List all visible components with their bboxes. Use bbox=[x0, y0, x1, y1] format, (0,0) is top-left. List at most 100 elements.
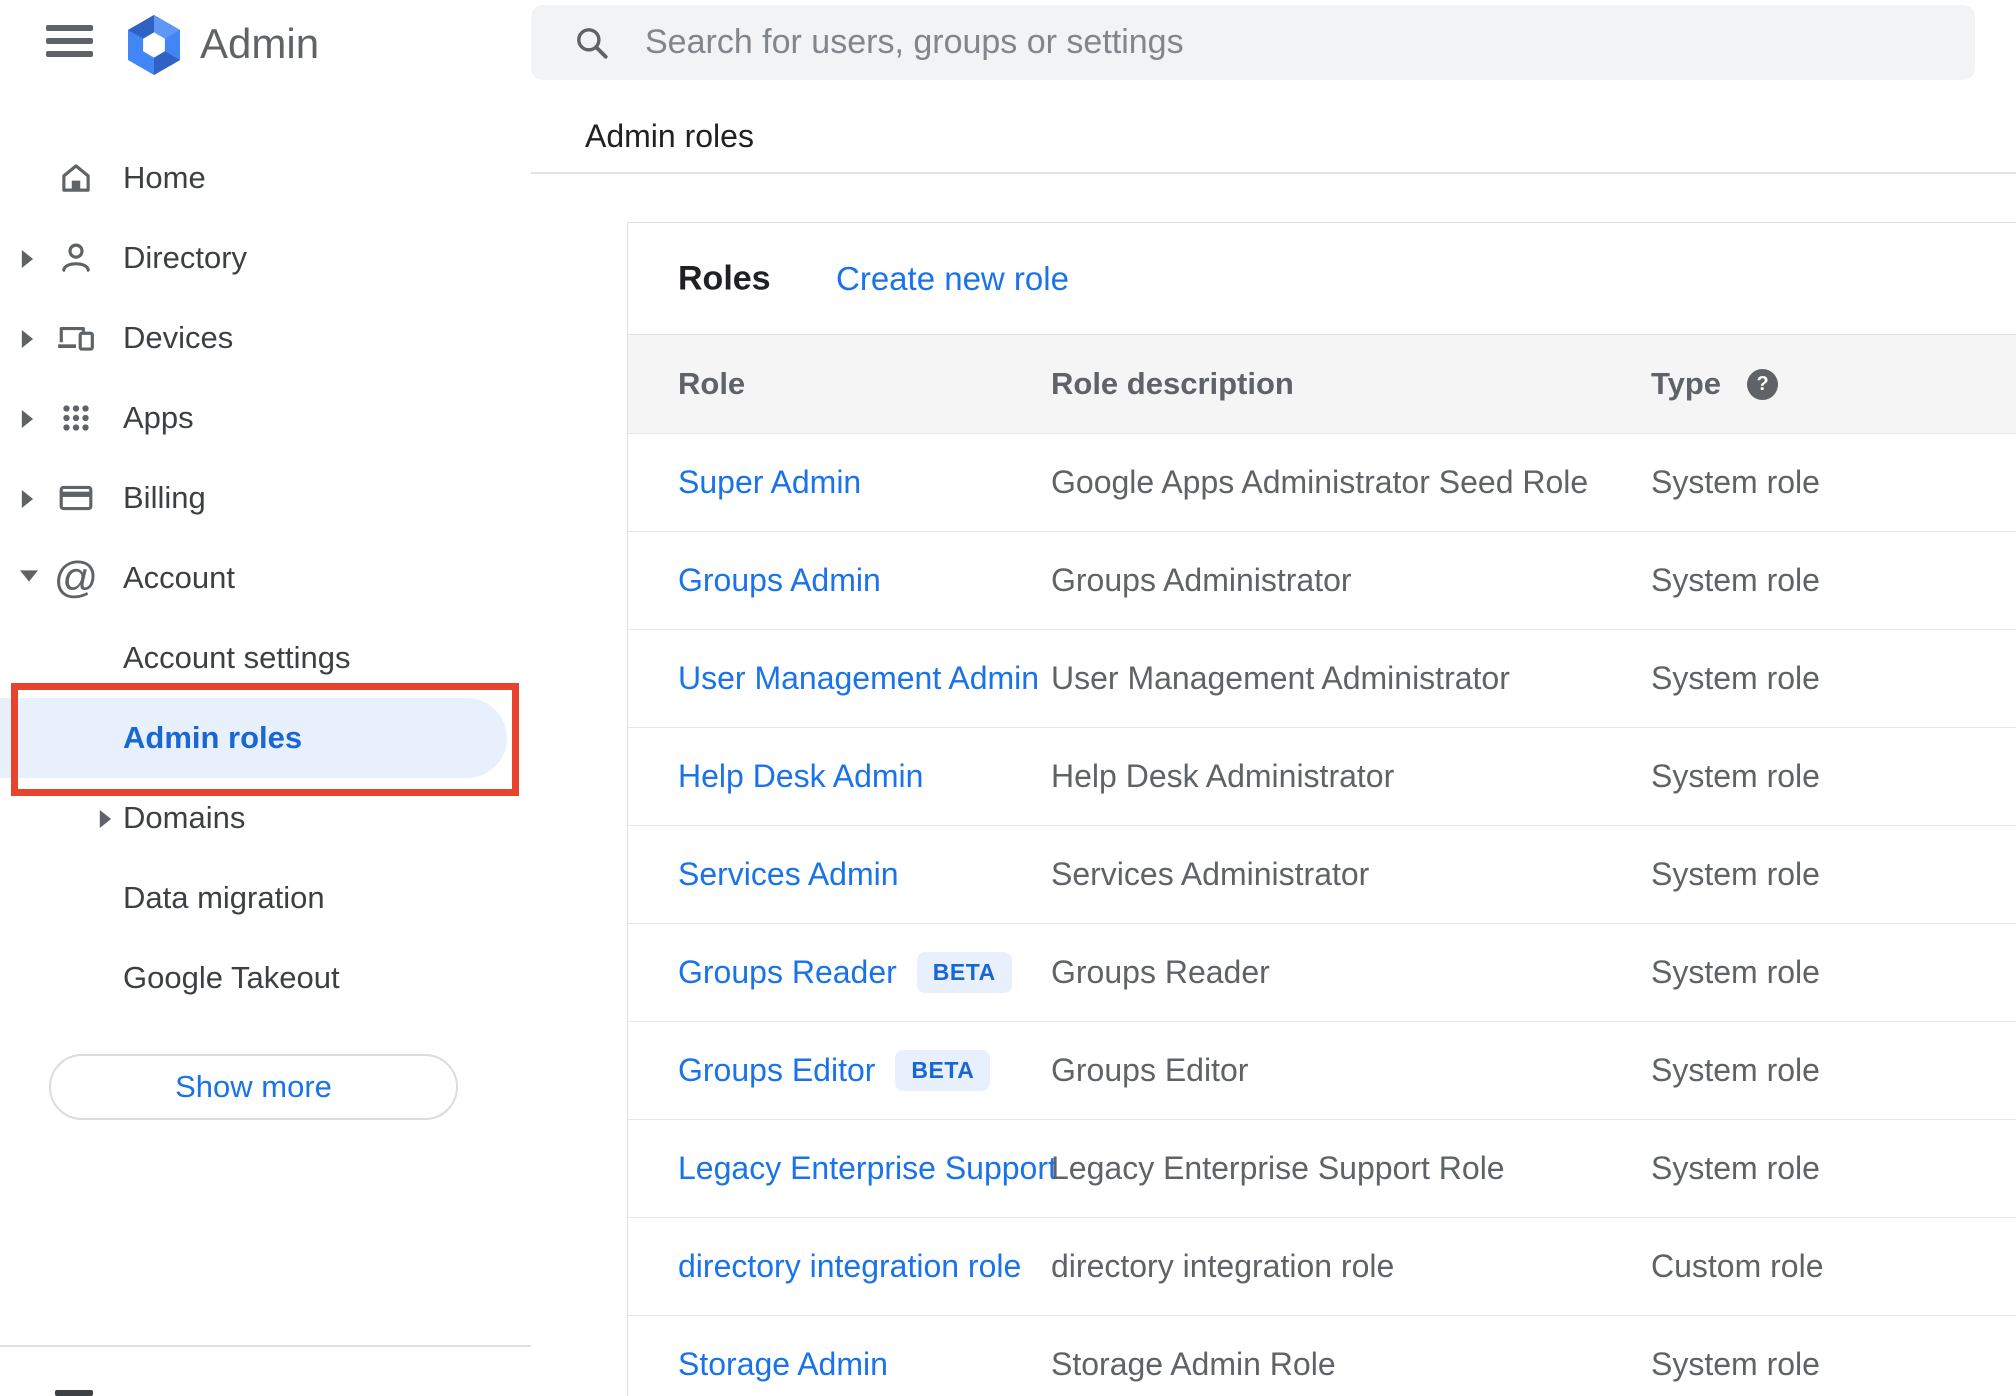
role-link[interactable]: Groups Admin bbox=[678, 562, 881, 599]
role-link[interactable]: Legacy Enterprise Support bbox=[678, 1150, 1057, 1187]
show-more-label: Show more bbox=[175, 1069, 332, 1104]
sidebar-item-devices[interactable]: Devices bbox=[0, 298, 531, 378]
roles-card-header: Roles Create new role bbox=[628, 223, 2016, 334]
role-type: System role bbox=[1651, 1346, 1820, 1382]
sidebar-item-label: Billing bbox=[123, 480, 206, 515]
sidebar: Admin Home Directory Devices Apps Billing @ Ac… bbox=[0, 0, 531, 1396]
hamburger-menu-icon[interactable] bbox=[46, 25, 93, 57]
sidebar-nav: Home Directory Devices Apps Billing @ Account A… bbox=[0, 138, 531, 1018]
sidebar-item-label: Domains bbox=[123, 800, 246, 835]
card-icon bbox=[56, 478, 96, 518]
beta-badge: BETA bbox=[895, 1050, 991, 1091]
role-cell: Legacy Enterprise Support bbox=[678, 1120, 1057, 1217]
beta-badge: BETA bbox=[916, 952, 1012, 993]
table-row: Help Desk Admin Help Desk Administrator Sy… bbox=[628, 728, 2016, 826]
caret-right-icon[interactable] bbox=[20, 410, 36, 428]
role-cell: User Management Admin bbox=[678, 630, 1039, 727]
sidebar-item-label: Google Takeout bbox=[123, 960, 340, 995]
sidebar-item-label: Home bbox=[123, 160, 206, 195]
sidebar-item-label: Apps bbox=[123, 400, 194, 435]
role-description: directory integration role bbox=[1051, 1248, 1395, 1284]
table-row: Legacy Enterprise Support Legacy Enterpri… bbox=[628, 1120, 2016, 1218]
role-description: Google Apps Administrator Seed Role bbox=[1051, 464, 1589, 500]
at-icon: @ bbox=[53, 553, 99, 602]
caret-down-icon[interactable] bbox=[20, 570, 38, 586]
person-icon bbox=[56, 238, 96, 278]
table-row: Groups Reader BETA Groups Reader System rol… bbox=[628, 924, 2016, 1022]
role-cell: Services Admin bbox=[678, 826, 899, 923]
sidebar-item-domains[interactable]: Domains bbox=[0, 778, 531, 858]
roles-card: Roles Create new role Role Role descript… bbox=[627, 222, 2016, 1396]
column-header-description: Role description bbox=[1051, 366, 1294, 401]
sidebar-item-data-migration[interactable]: Data migration bbox=[0, 858, 531, 938]
column-header-type: Type ? bbox=[1651, 335, 1779, 433]
sidebar-item-admin-roles[interactable]: Admin roles bbox=[0, 698, 531, 778]
sidebar-item-label: Devices bbox=[123, 320, 234, 355]
devices-icon bbox=[56, 318, 96, 358]
home-icon bbox=[56, 158, 96, 198]
role-cell: Storage Admin bbox=[678, 1316, 888, 1396]
role-description: User Management Administrator bbox=[1051, 660, 1510, 696]
sidebar-item-directory[interactable]: Directory bbox=[0, 218, 531, 298]
table-body: Super Admin Google Apps Administrator See… bbox=[628, 434, 2016, 1396]
role-type: System role bbox=[1651, 1052, 1820, 1088]
sidebar-item-account[interactable]: @ Account bbox=[0, 538, 531, 618]
show-more-button[interactable]: Show more bbox=[49, 1054, 458, 1120]
header-divider bbox=[531, 172, 2016, 174]
role-link[interactable]: Groups Editor bbox=[678, 1052, 875, 1089]
role-type: System role bbox=[1651, 464, 1820, 500]
table-row: Super Admin Google Apps Administrator See… bbox=[628, 434, 2016, 532]
role-type: System role bbox=[1651, 856, 1820, 892]
role-link[interactable]: Groups Reader bbox=[678, 954, 897, 991]
sidebar-item-label: Data migration bbox=[123, 880, 325, 915]
role-description: Groups Administrator bbox=[1051, 562, 1352, 598]
create-new-role-link[interactable]: Create new role bbox=[836, 260, 1069, 298]
role-cell: Groups Editor BETA bbox=[678, 1022, 991, 1119]
role-cell: Groups Admin bbox=[678, 532, 881, 629]
support-icon[interactable] bbox=[55, 1390, 93, 1396]
sidebar-item-home[interactable]: Home bbox=[0, 138, 531, 218]
role-description: Help Desk Administrator bbox=[1051, 758, 1395, 794]
caret-right-icon[interactable] bbox=[20, 250, 36, 268]
sidebar-item-billing[interactable]: Billing bbox=[0, 458, 531, 538]
sidebar-item-google-takeout[interactable]: Google Takeout bbox=[0, 938, 531, 1018]
role-link[interactable]: User Management Admin bbox=[678, 660, 1039, 697]
caret-right-icon[interactable] bbox=[20, 330, 36, 348]
role-link[interactable]: Help Desk Admin bbox=[678, 758, 923, 795]
search-input[interactable]: Search for users, groups or settings bbox=[531, 5, 1975, 80]
role-description: Storage Admin Role bbox=[1051, 1346, 1336, 1382]
search-placeholder: Search for users, groups or settings bbox=[645, 23, 1184, 61]
sidebar-item-account-settings[interactable]: Account settings bbox=[0, 618, 531, 698]
role-link[interactable]: Super Admin bbox=[678, 464, 861, 501]
sidebar-item-label: Account settings bbox=[123, 640, 351, 675]
role-link[interactable]: Storage Admin bbox=[678, 1346, 888, 1383]
table-row: Storage Admin Storage Admin Role System ro… bbox=[628, 1316, 2016, 1396]
role-description: Legacy Enterprise Support Role bbox=[1051, 1150, 1505, 1186]
apps-icon bbox=[56, 398, 96, 438]
role-type: System role bbox=[1651, 660, 1820, 696]
table-row: Groups Admin Groups Administrator System r… bbox=[628, 532, 2016, 630]
role-type: System role bbox=[1651, 1150, 1820, 1186]
role-type: System role bbox=[1651, 954, 1820, 990]
breadcrumb: Admin roles bbox=[585, 118, 754, 154]
role-type: System role bbox=[1651, 758, 1820, 794]
sidebar-item-apps[interactable]: Apps bbox=[0, 378, 531, 458]
sidebar-item-label: Admin roles bbox=[123, 720, 303, 755]
role-link[interactable]: directory integration role bbox=[678, 1248, 1021, 1285]
sidebar-item-label: Account bbox=[123, 560, 236, 595]
role-cell: Help Desk Admin bbox=[678, 728, 923, 825]
role-description: Services Administrator bbox=[1051, 856, 1370, 892]
app-title: Admin bbox=[200, 20, 320, 67]
caret-right-icon[interactable] bbox=[20, 490, 36, 508]
table-row: User Management Admin User Management Adm… bbox=[628, 630, 2016, 728]
search-icon bbox=[577, 27, 608, 59]
caret-right-icon[interactable] bbox=[98, 810, 114, 828]
role-type: System role bbox=[1651, 562, 1820, 598]
table-row: Groups Editor BETA Groups Editor System rol… bbox=[628, 1022, 2016, 1120]
table-row: Services Admin Services Administrator Syst… bbox=[628, 826, 2016, 924]
role-description: Groups Reader bbox=[1051, 954, 1270, 990]
role-cell: Super Admin bbox=[678, 434, 861, 531]
type-help-icon[interactable]: ? bbox=[1747, 368, 1779, 400]
role-type: Custom role bbox=[1651, 1248, 1824, 1284]
role-link[interactable]: Services Admin bbox=[678, 856, 899, 893]
